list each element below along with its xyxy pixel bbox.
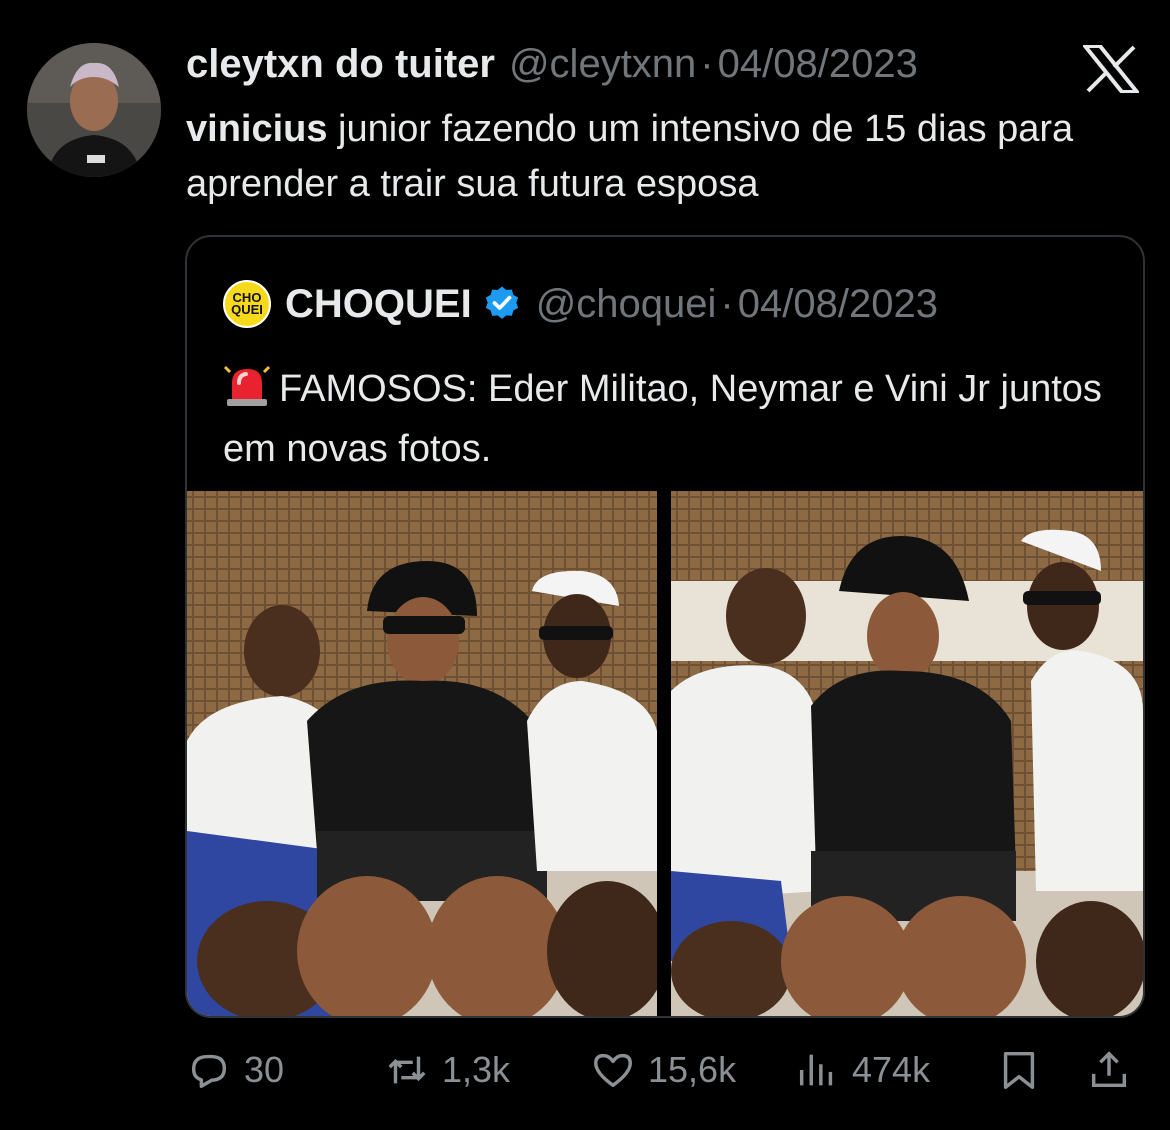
tweet-date[interactable]: 04/08/2023 [718,42,918,87]
user-avatar[interactable] [27,43,161,177]
repost-button[interactable]: 1,3k [384,1042,510,1098]
like-count: 15,6k [648,1049,737,1090]
quote-date[interactable]: 04/08/2023 [738,282,938,327]
repost-count: 1,3k [442,1049,511,1090]
author-handle[interactable]: @cleytxnn [509,42,696,87]
tweet-actions: 30 1,3k 15,6k 474k [186,1042,1146,1098]
bookmark-button[interactable] [996,1042,1042,1098]
tweet-text: vinicius junior fazendo um intensivo de … [186,102,1146,212]
reply-button[interactable]: 30 [186,1042,284,1098]
logo-line-2: QUEI [231,302,263,317]
bookmark-icon [1003,1051,1035,1089]
quote-text-body: FAMOSOS: Eder Militao, Neymar e Vini Jr … [223,368,1102,470]
choquei-logo-text: CHO QUEI [231,291,263,317]
quote-author-handle[interactable]: @choquei [536,282,717,327]
views-icon [799,1054,833,1086]
share-icon [1091,1051,1127,1088]
quote-separator-dot: · [720,281,734,326]
author-name[interactable]: cleytxn do tuiter [186,42,495,87]
heart-icon [594,1053,632,1088]
siren-emoji-icon [223,365,271,406]
tweet-header: cleytxn do tuiter @cleytxnn · 04/08/2023 [186,38,1170,90]
reply-icon [191,1054,227,1089]
x-logo-icon [1083,45,1139,93]
quote-header: CHO QUEI CHOQUEI @choquei · 04/08/2023 [223,280,938,328]
choquei-avatar[interactable]: CHO QUEI [223,280,271,328]
views-button[interactable]: 474k [794,1042,930,1098]
photo-three-men-left[interactable] [187,491,657,1016]
tweet-text-bold: vinicius [186,108,328,150]
avatar-image [27,43,161,177]
separator-dot: · [700,41,714,86]
quote-author-name[interactable]: CHOQUEI [285,282,472,327]
share-button[interactable] [1086,1042,1132,1098]
quote-text: FAMOSOS: Eder Militao, Neymar e Vini Jr … [223,359,1103,479]
reply-count: 30 [244,1049,285,1090]
verified-badge-icon [485,286,518,319]
repost-icon [388,1056,426,1084]
like-button[interactable]: 15,6k [590,1042,736,1098]
media-grid [187,491,1143,1016]
views-count: 474k [852,1049,931,1090]
photo-three-men-right[interactable] [671,491,1143,1016]
quoted-tweet[interactable]: CHO QUEI CHOQUEI @choquei · 04/08/2023 F… [185,235,1145,1018]
